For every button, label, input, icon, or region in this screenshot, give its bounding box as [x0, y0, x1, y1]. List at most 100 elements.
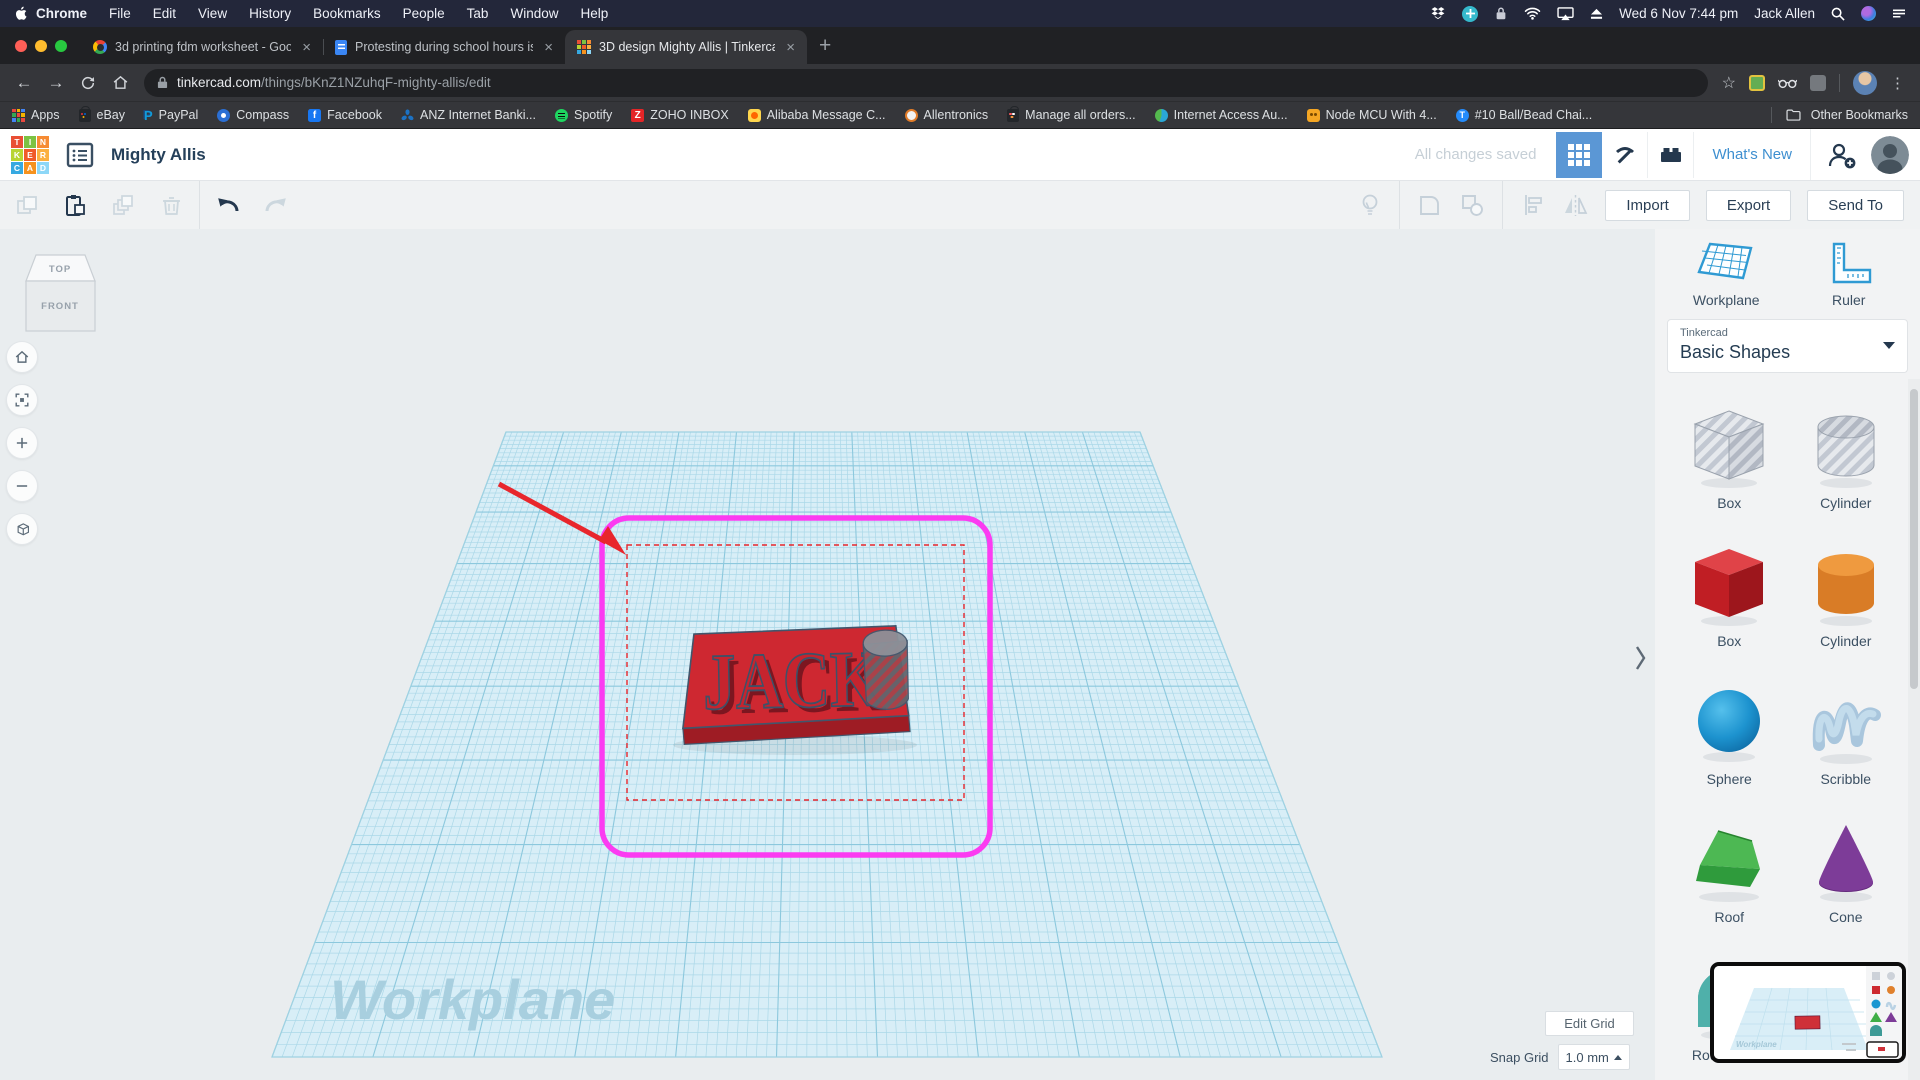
minimize-window-button[interactable] [35, 39, 47, 52]
bookmark-apps[interactable]: Apps [12, 108, 60, 122]
shape-sphere[interactable]: Sphere [1671, 675, 1788, 813]
airplay-display-icon[interactable] [1557, 6, 1574, 21]
tab-close-icon[interactable]: × [783, 39, 798, 56]
user-avatar[interactable] [1871, 135, 1909, 174]
workplane-tool[interactable]: Workplane [1665, 241, 1788, 308]
extension-icon-3[interactable] [1810, 74, 1826, 91]
tinkercad-logo[interactable]: TIN KER CAD [11, 135, 49, 174]
tab-close-icon[interactable]: × [541, 39, 556, 56]
bookmark-compass[interactable]: Compass [217, 108, 289, 122]
copy-button[interactable] [14, 192, 41, 219]
zoom-in-button[interactable] [6, 427, 38, 459]
shape-library-dropdown[interactable]: Tinkercad Basic Shapes [1667, 319, 1908, 373]
menu-user[interactable]: Jack Allen [1754, 6, 1815, 21]
tab-close-icon[interactable]: × [299, 39, 314, 56]
undo-button[interactable] [214, 192, 241, 219]
apple-logo-icon[interactable] [14, 6, 27, 22]
menu-people[interactable]: People [392, 6, 456, 21]
spotlight-search-icon[interactable] [1831, 7, 1845, 21]
export-button[interactable]: Export [1705, 189, 1792, 221]
sidebar-scrollbar-thumb[interactable] [1910, 389, 1918, 689]
extension-glasses-icon[interactable] [1778, 77, 1797, 89]
bookmark-spotify[interactable]: Spotify [555, 108, 612, 122]
menu-file[interactable]: File [98, 6, 142, 21]
close-window-button[interactable] [15, 39, 27, 52]
siri-icon[interactable] [1861, 6, 1876, 21]
whats-new-link[interactable]: What's New [1712, 146, 1792, 163]
edit-grid-button[interactable]: Edit Grid [1545, 1011, 1634, 1036]
bookmark-facebook[interactable]: f Facebook [308, 108, 382, 122]
wifi-icon[interactable] [1524, 7, 1541, 20]
shape-box-hole[interactable]: Box [1671, 399, 1788, 537]
shape-cone[interactable]: Cone [1788, 813, 1905, 951]
back-button[interactable]: ← [8, 68, 40, 98]
send-to-button[interactable]: Send To [1807, 189, 1904, 221]
design-title[interactable]: Mighty Allis [111, 145, 206, 165]
shape-cylinder-orange[interactable]: Cylinder [1788, 537, 1905, 675]
paste-button[interactable] [62, 192, 89, 219]
invite-person-icon[interactable] [1827, 141, 1857, 169]
import-button[interactable]: Import [1605, 189, 1690, 221]
sidebar-collapse-handle[interactable] [1632, 643, 1648, 673]
menu-help[interactable]: Help [569, 6, 619, 21]
delete-button[interactable] [158, 192, 185, 219]
shape-roof[interactable]: Roof [1671, 813, 1788, 951]
hole-cylinder[interactable] [862, 629, 909, 710]
bookmark-star-icon[interactable]: ☆ [1722, 73, 1736, 93]
tab-protesting[interactable]: Protesting during school hours is × [323, 30, 565, 64]
keychain-icon[interactable] [1494, 6, 1508, 21]
bookmark-alibaba[interactable]: Alibaba Message C... [747, 108, 886, 122]
status-app-icon[interactable] [1462, 5, 1479, 22]
extension-icon-1[interactable] [1749, 74, 1765, 91]
zoom-window-button[interactable] [55, 39, 67, 52]
ungroup-button[interactable] [1459, 192, 1486, 219]
notification-center-icon[interactable] [1892, 8, 1906, 20]
mirror-button[interactable] [1562, 192, 1589, 219]
fit-view-button[interactable] [6, 384, 38, 416]
other-bookmarks[interactable]: Other Bookmarks [1770, 107, 1908, 123]
bookmark-internet-access[interactable]: Internet Access Au... [1154, 108, 1288, 122]
bookmark-paypal[interactable]: P PayPal [144, 108, 198, 123]
blocks-mode-button[interactable] [1648, 131, 1695, 178]
menu-history[interactable]: History [238, 6, 302, 21]
menu-bookmarks[interactable]: Bookmarks [302, 6, 392, 21]
address-bar[interactable]: tinkercad.com/things/bKnZ1NZuhqF-mighty-… [144, 68, 1708, 97]
group-button[interactable] [1416, 192, 1443, 219]
dashboard-grid-button[interactable] [1556, 131, 1603, 178]
home-button[interactable] [104, 68, 136, 98]
shape-scribble[interactable]: Scribble [1788, 675, 1905, 813]
redo-button[interactable] [262, 192, 289, 219]
bookmark-manage-orders[interactable]: Manage all orders... [1007, 105, 1136, 122]
chrome-menu-icon[interactable]: ⋮ [1890, 74, 1906, 92]
duplicate-button[interactable] [110, 192, 137, 219]
name-plate[interactable]: JACK JACK [681, 625, 911, 745]
workplane-tip-icon[interactable] [1356, 192, 1383, 219]
perspective-toggle-button[interactable] [6, 513, 38, 545]
bookmark-allentronics[interactable]: Allentronics [904, 108, 988, 122]
tab-tinkercad-active[interactable]: 3D design Mighty Allis | Tinkerca × [565, 30, 807, 64]
design-properties-icon[interactable] [65, 140, 95, 170]
home-view-button[interactable] [6, 341, 38, 373]
3d-viewport[interactable]: Workplane JACK JACK TOP FRONT Edit Grid … [0, 229, 1655, 1080]
ruler-tool[interactable]: Ruler [1788, 241, 1911, 308]
forward-button[interactable]: → [40, 68, 72, 98]
browser-profile-avatar[interactable] [1853, 70, 1877, 95]
tab-worksheet[interactable]: 3d printing fdm worksheet - Goo × [81, 30, 323, 64]
eject-icon[interactable] [1590, 8, 1603, 20]
dropbox-icon[interactable] [1430, 6, 1446, 21]
menu-window[interactable]: Window [499, 6, 569, 21]
menu-view[interactable]: View [187, 6, 238, 21]
bookmark-ebay[interactable]: eBay [78, 105, 125, 122]
menu-tab[interactable]: Tab [456, 6, 500, 21]
bookmark-zoho[interactable]: Z ZOHO INBOX [631, 108, 729, 122]
menu-chrome[interactable]: Chrome [27, 6, 98, 21]
view-cube[interactable]: TOP FRONT [24, 247, 98, 337]
menu-clock[interactable]: Wed 6 Nov 7:44 pm [1619, 6, 1738, 21]
shape-cylinder-hole[interactable]: Cylinder [1788, 399, 1905, 537]
snap-grid-dropdown[interactable]: 1.0 mm [1557, 1044, 1630, 1070]
tinker-mode-button[interactable] [1602, 131, 1649, 178]
shape-box-red[interactable]: Box [1671, 537, 1788, 675]
align-button[interactable] [1519, 192, 1546, 219]
zoom-out-button[interactable] [6, 470, 38, 502]
bookmark-nodemcu[interactable]: Node MCU With 4... [1306, 108, 1437, 122]
